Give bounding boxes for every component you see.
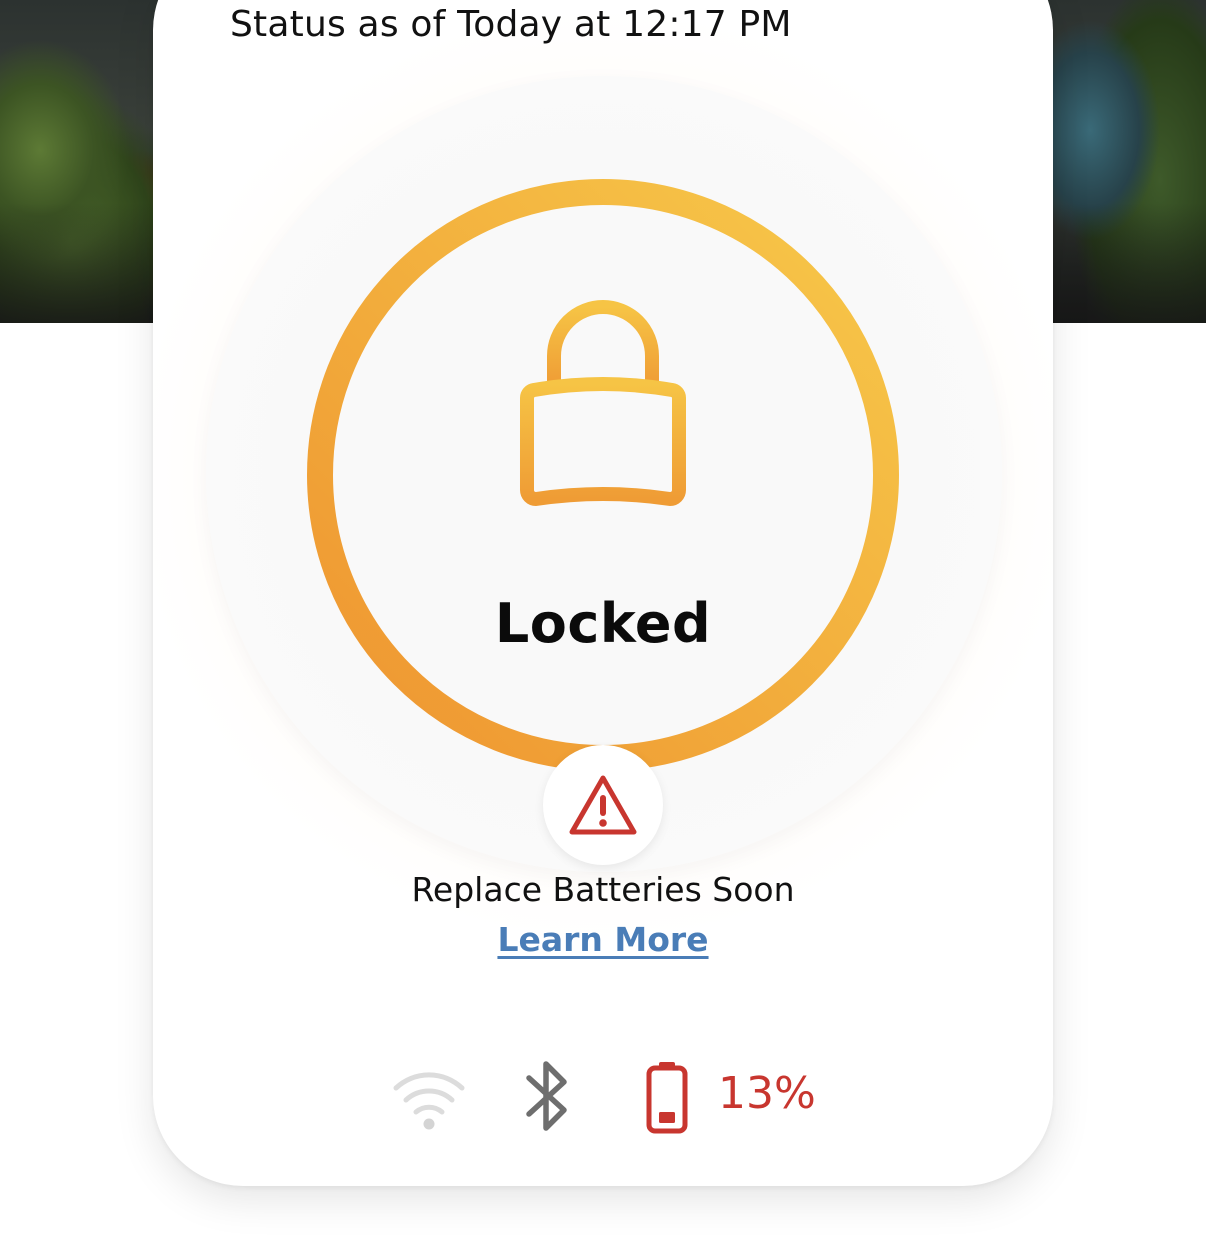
warning-icon — [569, 775, 637, 835]
alert-badge — [543, 745, 663, 865]
status-timestamp: Status as of Today at 12:17 PM — [230, 4, 792, 45]
lock-status-screen: Status as of Today at 12:17 PM Locked Re… — [0, 0, 1206, 1242]
connectivity-row: 13% — [392, 1058, 832, 1138]
battery-low-icon — [646, 1062, 688, 1134]
lock-state-label: Locked — [494, 592, 712, 655]
battery-percentage: 13% — [718, 1068, 816, 1119]
wifi-icon — [393, 1072, 465, 1130]
bluetooth-icon — [526, 1061, 567, 1131]
alert-message: Replace Batteries Soon — [411, 870, 795, 909]
learn-more-link[interactable]: Learn More — [403, 920, 803, 959]
lock-icon — [520, 300, 686, 506]
